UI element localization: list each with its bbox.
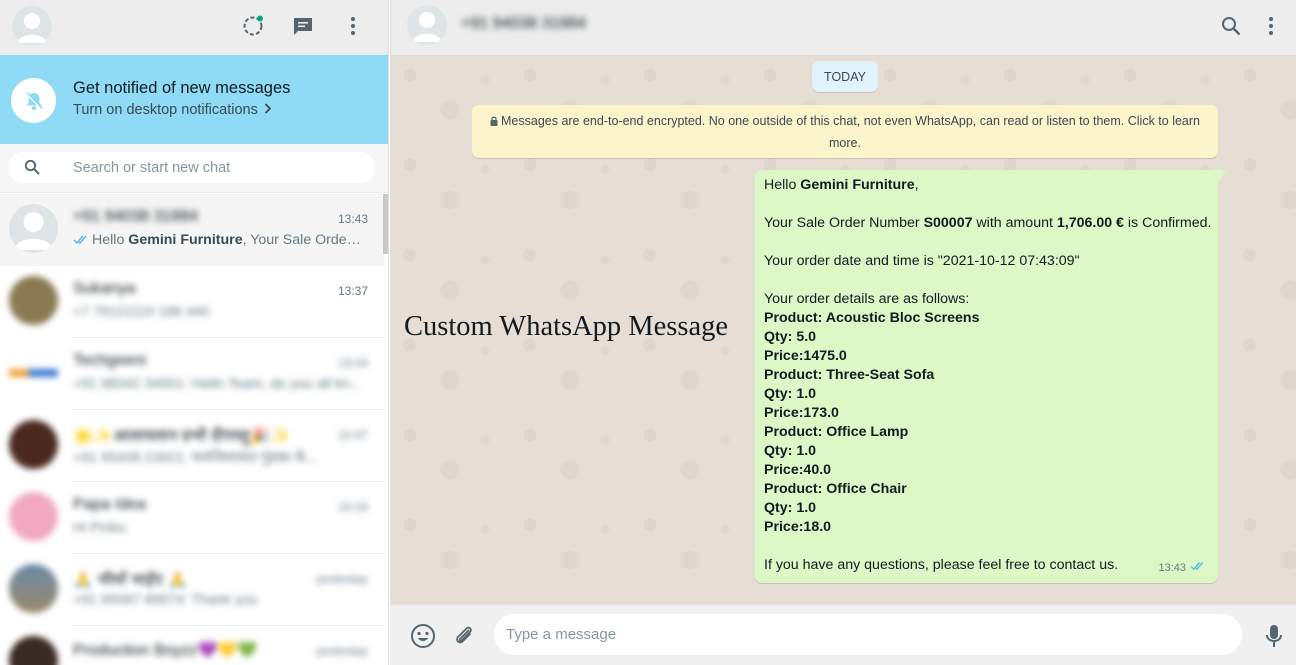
chevron-right-icon: [264, 102, 272, 118]
message-detail-line: Qty: 1.0: [764, 500, 817, 516]
date-chip: TODAY: [812, 61, 878, 92]
message-date-line: Your order date and time is "2021-10-12 …: [764, 253, 1080, 269]
chat-list-item[interactable]: 🌟✨आलायलान प्रभौ दीपयहु🎉✨ 12:47 +91 95438…: [0, 410, 384, 482]
chat-list-item[interactable]: +91 94038 31884 13:43 Hello Gemini Furni…: [0, 194, 384, 266]
message-detail-line: Product: Office Chair: [764, 481, 907, 497]
search-input[interactable]: [73, 158, 363, 178]
search-bar: [0, 144, 388, 193]
chat-name: Techgeeni: [73, 352, 146, 369]
chat-preview: +91 95438 23921: मलजिलावात गुंडका के...: [73, 450, 318, 466]
chat-list-item[interactable]: Sukanya 13:37 +7 79121110 186 440: [0, 266, 384, 338]
chat-name: Sukanya: [73, 280, 136, 297]
chat-preview-customer: Gemini Furniture: [128, 232, 243, 248]
chat-name: +91 94038 31884: [73, 208, 199, 225]
read-ticks-icon: [73, 233, 90, 249]
message-detail-line: Qty: 1.0: [764, 386, 817, 402]
message-detail-line: Price:173.0: [764, 405, 839, 421]
chat-time: 12:47: [337, 428, 368, 442]
sidebar-header: [0, 0, 388, 55]
message-detail-line: Product: Acoustic Bloc Screens: [764, 310, 980, 326]
read-ticks-icon: [1190, 559, 1206, 578]
message-detail-line: Price:40.0: [764, 462, 832, 478]
message-detail-line: Qty: 5.0: [764, 329, 817, 345]
chat-list-item[interactable]: Techgeeni 13:24 +91 98342 34901: Hello T…: [0, 338, 384, 410]
encryption-notice[interactable]: Messages are end-to-end encrypted. No on…: [472, 105, 1218, 158]
avatar: [9, 204, 58, 253]
avatar: [9, 564, 58, 613]
chat-name: Papa Idea: [73, 496, 146, 513]
chat-preview-suffix: , Your Sale Order Number S00007: [242, 232, 363, 248]
message-detail-line: Product: Three-Seat Sofa: [764, 367, 935, 383]
avatar: [9, 420, 58, 469]
conversation-panel: +91 94038 31884 TODAY Messages are end-t…: [390, 0, 1296, 665]
chat-preview: +7 79121110 186 440: [73, 304, 210, 320]
notification-banner[interactable]: Get notified of new messages Turn on des…: [0, 55, 388, 144]
scrollbar[interactable]: [383, 194, 388, 254]
message-detail-line: Price:18.0: [764, 519, 832, 535]
encryption-notice-text: Messages are end-to-end encrypted. No on…: [501, 114, 1200, 150]
chat-list-item[interactable]: Production Boyzz💜💛💚 yesterday: [0, 626, 384, 665]
chat-preview: +91 95087 89974: Thank you: [73, 592, 258, 608]
search-icon[interactable]: [1219, 14, 1243, 38]
chat-time: 13:24: [337, 356, 368, 370]
notification-subtitle: Turn on desktop notifications: [73, 102, 258, 118]
chat-list-item[interactable]: Papa Idea 10:16 Hi Pinku: [0, 482, 384, 554]
chat-preview: Hello Gemini Furniture, Your Sale Order …: [73, 232, 363, 249]
notification-title: Get notified of new messages: [73, 79, 291, 97]
message-time: 13:43: [1158, 562, 1186, 574]
chat-name: 🙏 भीमाँ भाईए 🙏: [73, 572, 188, 589]
chat-name: Production Boyzz💜💛💚: [73, 642, 258, 659]
chat-time: yesterday: [315, 644, 368, 658]
lock-icon: [490, 112, 498, 133]
emoji-icon[interactable]: [410, 623, 436, 649]
contact-name[interactable]: +91 94038 31884: [461, 15, 586, 33]
chat-list: +91 94038 31884 13:43 Hello Gemini Furni…: [0, 194, 384, 665]
chat-name: 🌟✨आलायलान प्रभौ दीपयहु🎉✨: [73, 428, 291, 445]
attach-icon[interactable]: [451, 623, 477, 649]
chat-list-item[interactable]: 🙏 भीमाँ भाईए 🙏 yesterday +91 95087 89974…: [0, 554, 384, 626]
search-icon[interactable]: [24, 159, 40, 180]
message-detail-line: Price:1475.0: [764, 348, 847, 364]
contact-avatar[interactable]: [407, 5, 447, 45]
bubble-tail: [1218, 170, 1226, 183]
message-meta: 13:43: [1158, 559, 1206, 578]
message-input[interactable]: [494, 614, 1242, 655]
status-icon[interactable]: [241, 14, 265, 38]
message-detail-line: Product: Office Lamp: [764, 424, 909, 440]
conversation-header[interactable]: +91 94038 31884: [390, 0, 1296, 55]
message-details-intro: Your order details are as follows:: [764, 291, 970, 307]
message-area[interactable]: TODAY Messages are end-to-end encrypted.…: [390, 55, 1296, 605]
chat-preview-prefix: Hello: [92, 232, 129, 248]
chat-preview: +91 98342 34901: Hello Team, do you all …: [73, 376, 362, 392]
chat-time: 13:43: [337, 212, 368, 226]
menu-dots-icon[interactable]: [1259, 14, 1283, 38]
new-chat-icon[interactable]: [291, 14, 315, 38]
message-bubble-outgoing[interactable]: Hello Gemini Furniture, Your Sale Order …: [755, 170, 1226, 583]
overlay-title: Custom WhatsApp Message: [404, 311, 729, 342]
menu-dots-icon[interactable]: [341, 14, 365, 38]
mic-icon[interactable]: [1261, 623, 1287, 649]
chat-time: 10:16: [337, 500, 368, 514]
message-greeting: Hello Gemini Furniture,: [764, 177, 919, 193]
sidebar: Get notified of new messages Turn on des…: [0, 0, 389, 665]
message-order-line: Your Sale Order Number S00007 with amoun…: [764, 215, 1212, 231]
notification-enable-link[interactable]: Turn on desktop notifications: [73, 102, 272, 118]
avatar: [9, 492, 58, 541]
search-box[interactable]: [8, 152, 375, 183]
chat-preview: Hi Pinku: [73, 520, 126, 536]
chat-time: yesterday: [315, 572, 368, 586]
profile-avatar[interactable]: [12, 6, 52, 46]
bell-off-icon: [11, 78, 56, 123]
avatar: [9, 636, 58, 665]
composer-bar: [390, 605, 1296, 665]
avatar: [9, 276, 58, 325]
chat-time: 13:37: [337, 284, 368, 298]
message-detail-line: Qty: 1.0: [764, 443, 817, 459]
message-closing: If you have any questions, please feel f…: [764, 557, 1119, 573]
avatar: [9, 348, 58, 397]
